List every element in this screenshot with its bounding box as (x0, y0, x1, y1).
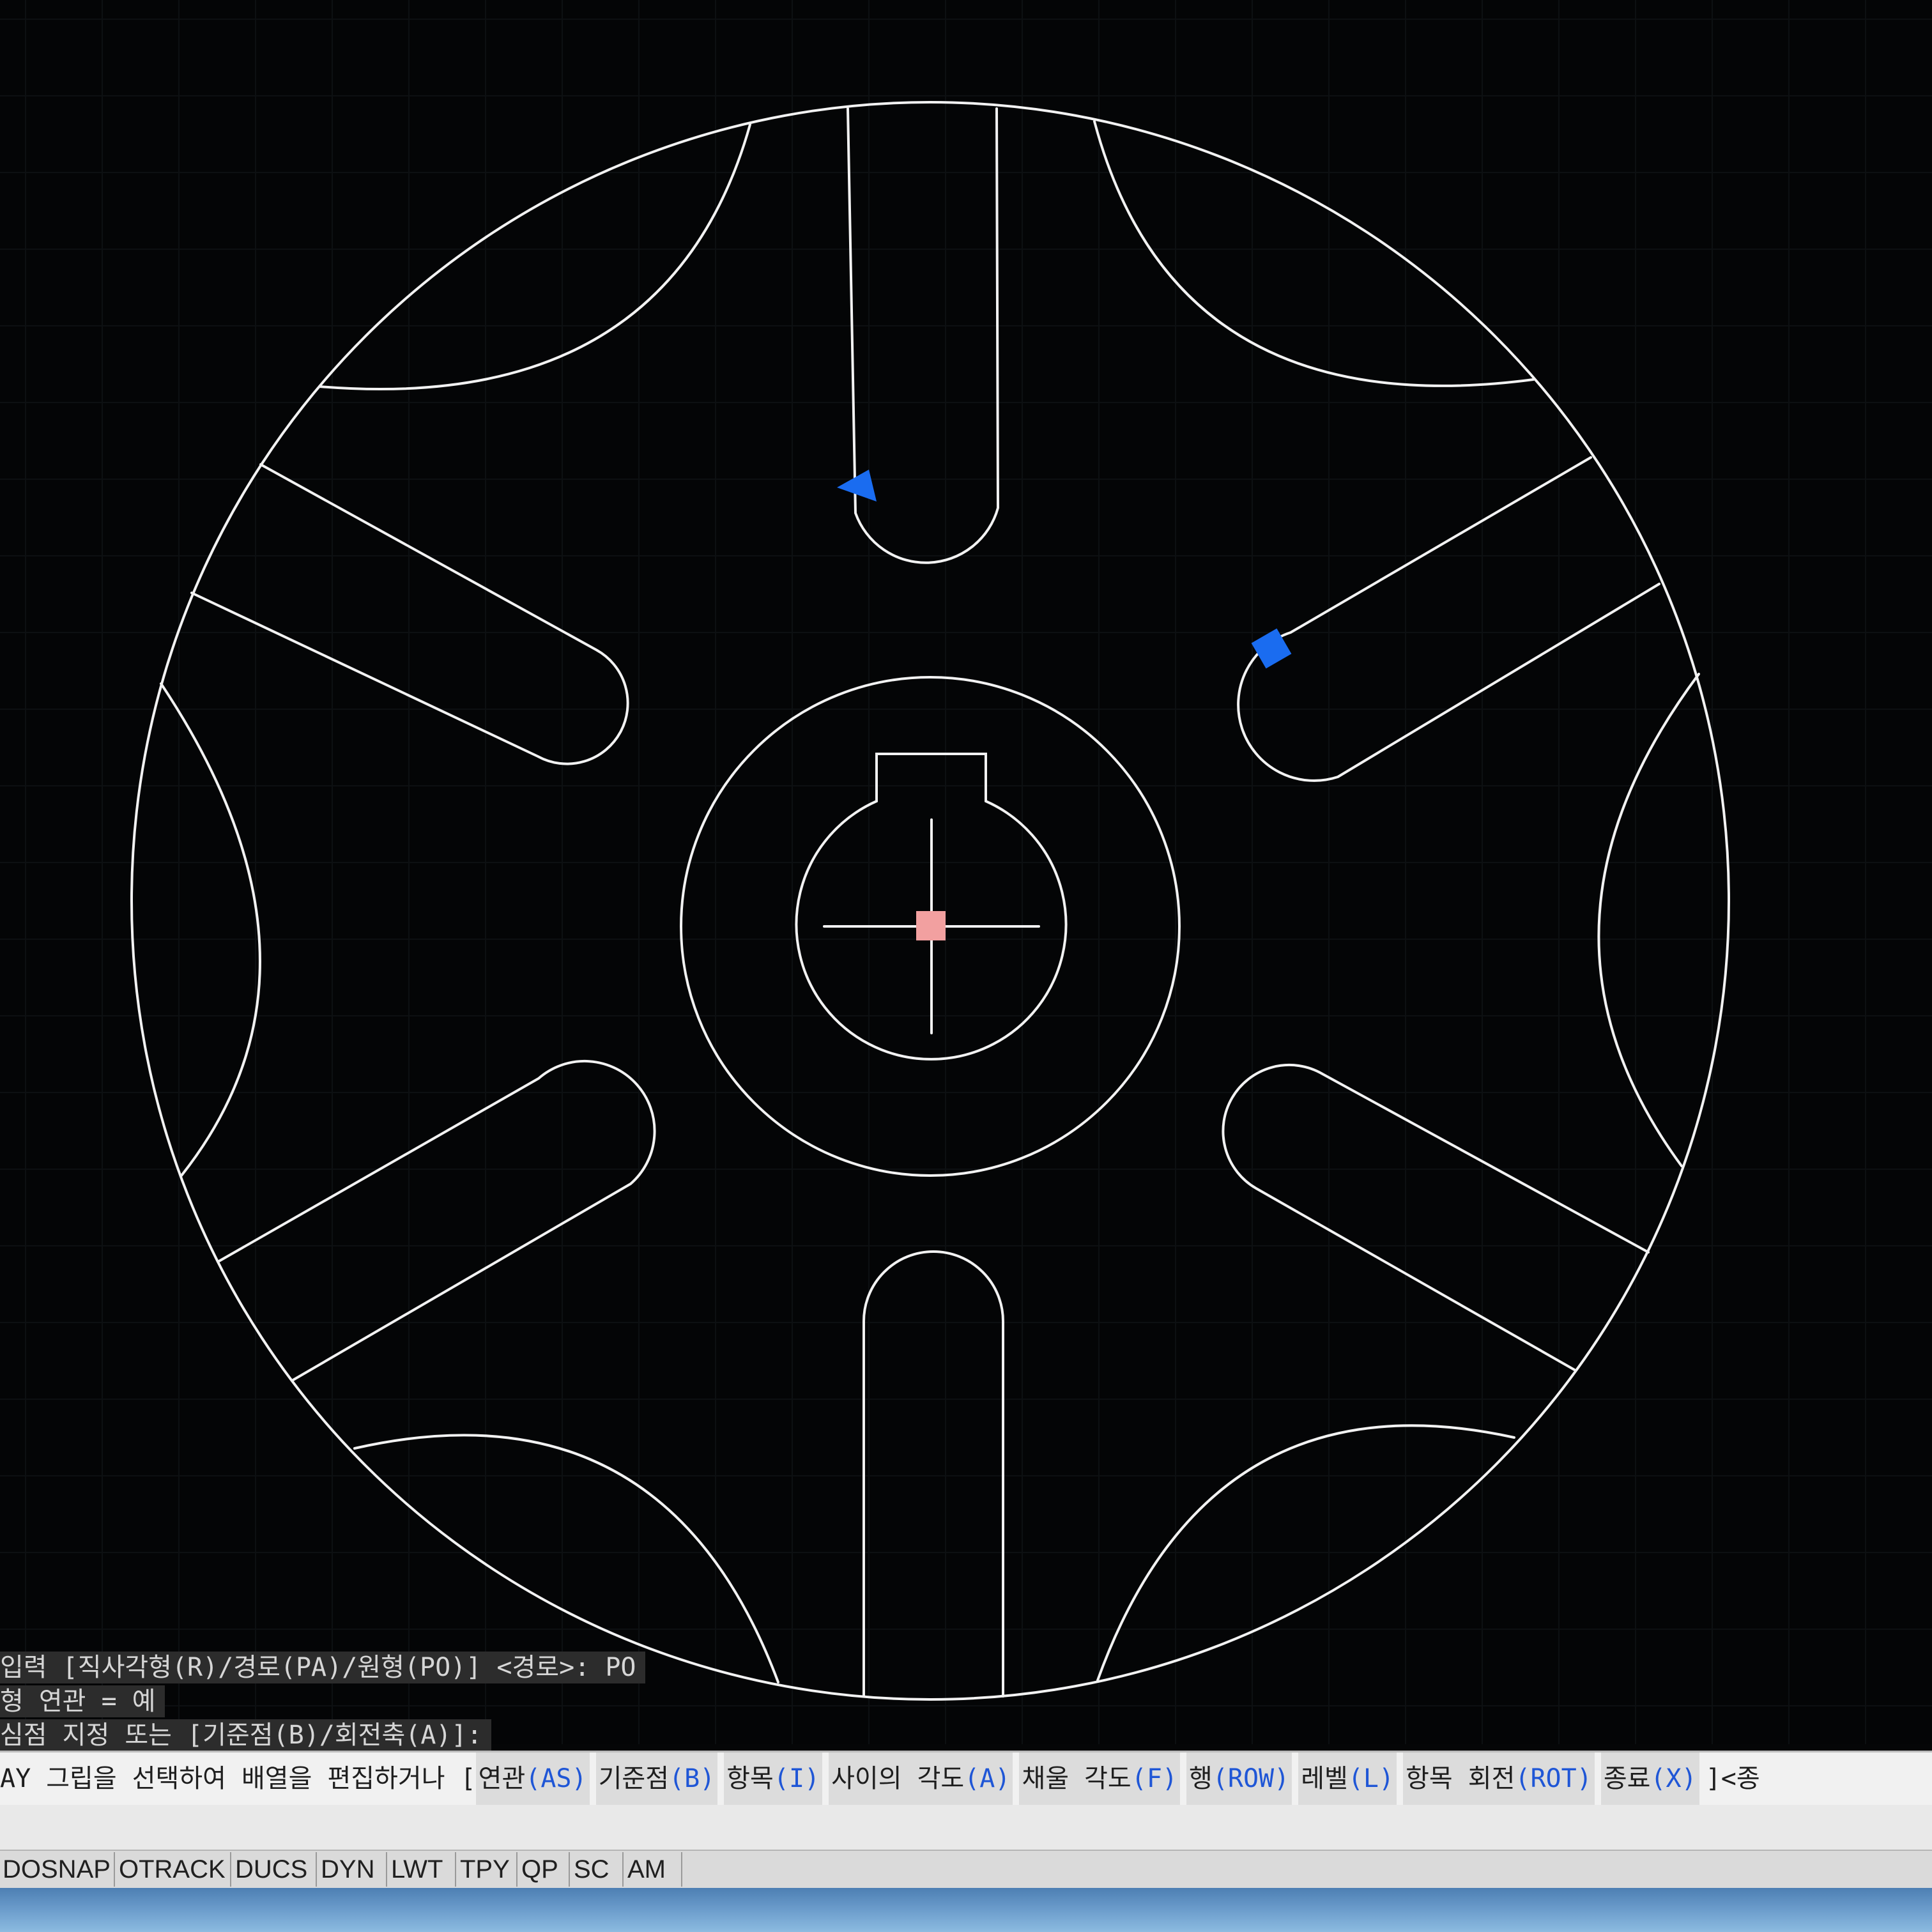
screen: 입력 [직사각형(R)/경로(PA)/원형(PO)] <경로>: PO 형 연관… (0, 0, 1932, 1932)
command-history-line-1: 입력 [직사각형(R)/경로(PA)/원형(PO)] <경로>: PO (0, 1652, 645, 1683)
command-history-line-3: 심점 지정 또는 [기준점(B)/회전축(A)]: (0, 1719, 491, 1751)
wheel-geometry (130, 101, 1730, 1701)
command-history-line-2: 형 연관 = 예 (0, 1685, 165, 1717)
slot-lower-left[interactable] (217, 1060, 656, 1382)
command-prompt-text: AY 그립을 선택하여 배열을 편집하거나 [ (0, 1764, 476, 1793)
toggle-ducs[interactable]: DUCS (233, 1852, 317, 1887)
toggle-dyn[interactable]: DYN (318, 1852, 387, 1887)
base-point-grip[interactable] (916, 911, 946, 940)
windows-taskbar (0, 1888, 1932, 1932)
background-grid (0, 0, 1932, 1744)
option-exit[interactable]: 종료(X) (1600, 1752, 1699, 1805)
command-suffix-text: ]<종 (1705, 1764, 1760, 1793)
toggle-otrack[interactable]: OTRACK (116, 1852, 231, 1887)
drawing-viewport[interactable]: 입력 [직사각형(R)/경로(PA)/원형(PO)] <경로>: PO 형 연관… (0, 0, 1932, 1751)
option-base-point[interactable]: 기준점(B) (595, 1752, 718, 1805)
cutout-top-right[interactable] (1093, 120, 1535, 387)
command-input-area[interactable] (0, 1805, 1932, 1850)
toggle-lwt[interactable]: LWT (388, 1852, 456, 1887)
status-bar: DOSNAP OTRACK DUCS DYN LWT TPY QP SC AM (0, 1850, 1932, 1889)
toggle-osnap[interactable]: DOSNAP (0, 1852, 115, 1887)
option-rows[interactable]: 행(ROW) (1186, 1752, 1292, 1805)
slot-upper-right[interactable] (1237, 456, 1660, 782)
command-line[interactable]: AY 그립을 선택하여 배열을 편집하거나 [연관(AS) 기준점(B) 항목(I)… (0, 1751, 1932, 1807)
toggle-qp[interactable]: QP (519, 1852, 570, 1887)
toggle-sc[interactable]: SC (571, 1852, 624, 1887)
toggle-tpy[interactable]: TPY (457, 1852, 518, 1887)
option-levels[interactable]: 레벨(L) (1298, 1752, 1397, 1805)
cutout-top-left[interactable] (318, 123, 751, 391)
rotation-grip-triangle[interactable] (837, 470, 877, 502)
option-angle-between[interactable]: 사이의 각도(A) (829, 1752, 1013, 1805)
option-items[interactable]: 항목(I) (724, 1752, 823, 1805)
cutout-left[interactable] (160, 682, 261, 1177)
slot-lower-right[interactable] (1222, 1064, 1650, 1372)
option-associative[interactable]: 연관(AS) (475, 1752, 590, 1805)
wheel-drawing (0, 0, 1932, 1744)
option-rotate-items[interactable]: 항목 회전(ROT) (1403, 1752, 1595, 1805)
option-fill-angle[interactable]: 채울 각도(F) (1019, 1752, 1180, 1805)
toggle-am[interactable]: AM (625, 1852, 682, 1887)
cutout-bottom-left[interactable] (353, 1434, 779, 1683)
